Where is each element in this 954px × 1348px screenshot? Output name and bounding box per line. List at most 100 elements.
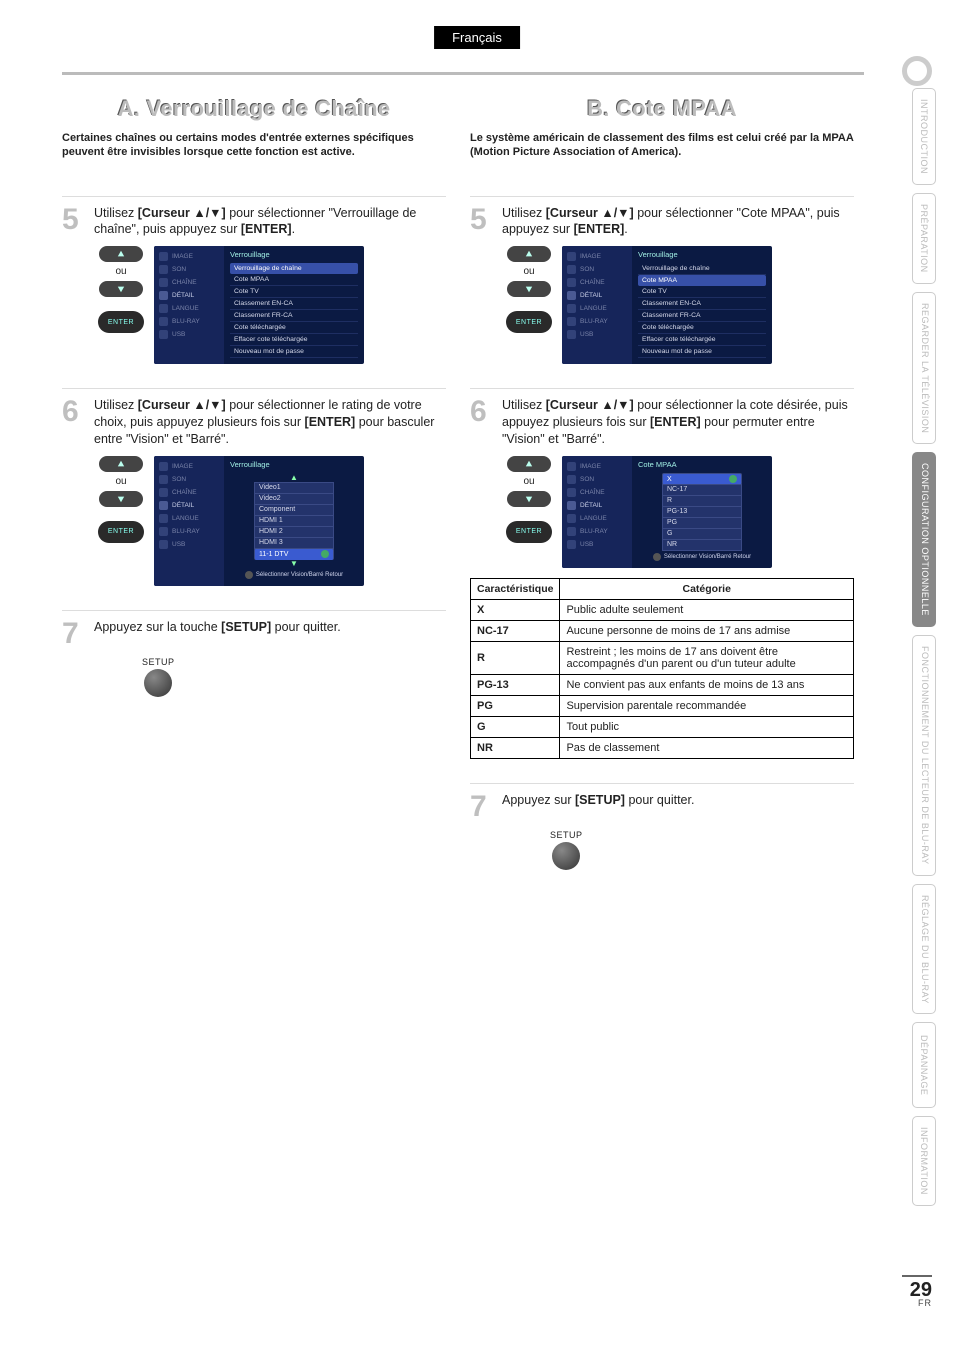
- table-row: XPublic adulte seulement: [471, 599, 854, 620]
- cursor-down-button[interactable]: [99, 491, 143, 507]
- or-label: ou: [115, 266, 126, 277]
- or-label: ou: [523, 476, 534, 487]
- osd-title: Verrouillage: [230, 460, 358, 469]
- setup-label: SETUP: [142, 657, 175, 667]
- table-header: Catégorie: [560, 578, 854, 599]
- osd-item: Effacer cote téléchargée: [230, 334, 358, 346]
- osd-item: Nouveau mot de passe: [638, 346, 766, 358]
- step-text: Utilisez [Curseur ▲/▼] pour sélectionner…: [502, 205, 854, 239]
- osd-side-item: BLU-RAY: [580, 318, 608, 325]
- osd-side-item: BLU-RAY: [172, 528, 200, 535]
- osd-side-item: SON: [172, 266, 186, 273]
- osd-side-item: IMAGE: [580, 463, 601, 470]
- step-text: Appuyez sur [SETUP] pour quitter.: [502, 792, 854, 822]
- remote-cursor-group: ou ENTER: [98, 246, 144, 333]
- setup-button[interactable]: SETUP: [142, 657, 175, 697]
- table-row: NRPas de classement: [471, 737, 854, 758]
- side-tab-bluray-setting[interactable]: RÉGLAGE DU BLU-RAY: [912, 884, 936, 1015]
- step-number: 7: [470, 792, 496, 822]
- osd-menu: IMAGE SON CHAÎNE DÉTAIL LANGUE BLU-RAY U…: [154, 456, 364, 586]
- osd-item: Classement EN-CA: [638, 298, 766, 310]
- step-text: Appuyez sur la touche [SETUP] pour quitt…: [94, 619, 446, 649]
- osd-side-item: IMAGE: [172, 253, 193, 260]
- a-step-7: 7 Appuyez sur la touche [SETUP] pour qui…: [62, 610, 446, 697]
- cursor-down-button[interactable]: [507, 281, 551, 297]
- side-tab-introduction[interactable]: INTRODUCTION: [912, 88, 936, 185]
- side-tab-information[interactable]: INFORMATION: [912, 1116, 936, 1206]
- b-step-7: 7 Appuyez sur [SETUP] pour quitter. SETU…: [470, 783, 854, 870]
- table-row: PG-13Ne convient pas aux enfants de moin…: [471, 674, 854, 695]
- osd-side-item: LANGUE: [172, 515, 199, 522]
- cursor-down-button[interactable]: [507, 491, 551, 507]
- osd-side-item: DÉTAIL: [172, 502, 194, 509]
- enter-button[interactable]: ENTER: [98, 311, 144, 333]
- side-tab-preparation[interactable]: PRÉPARATION: [912, 193, 936, 284]
- step-number: 5: [62, 205, 88, 239]
- down-arrow-icon: ▼: [230, 559, 358, 568]
- cursor-down-button[interactable]: [99, 281, 143, 297]
- side-tab-television[interactable]: REGARDER LA TÉLÉVISION: [912, 292, 936, 444]
- cursor-up-button[interactable]: [507, 246, 551, 262]
- osd-side-item: CHAÎNE: [580, 279, 605, 286]
- accent-bar: [62, 72, 864, 75]
- osd-side-item: SON: [580, 476, 594, 483]
- step-number: 6: [62, 397, 88, 448]
- osd-side-item: BLU-RAY: [172, 318, 200, 325]
- b-step-5: 5 Utilisez [Curseur ▲/▼] pour sélectionn…: [470, 196, 854, 365]
- osd-side-item: CHAÎNE: [580, 489, 605, 496]
- side-tab-troubleshooting[interactable]: DÉPANNAGE: [912, 1022, 936, 1108]
- enter-button[interactable]: ENTER: [506, 521, 552, 543]
- osd-footer: Sélectionner Vision/Barré Retour: [638, 550, 766, 562]
- osd-item: Verrouillage de chaîne: [230, 263, 358, 274]
- side-tab-configuration[interactable]: CONFIGURATION OPTIONNELLE: [912, 452, 936, 627]
- osd-side-item: BLU-RAY: [580, 528, 608, 535]
- cursor-up-button[interactable]: [99, 246, 143, 262]
- step-text: Utilisez [Curseur ▲/▼] pour sélectionner…: [94, 205, 446, 239]
- osd-side-item: LANGUE: [580, 305, 607, 312]
- or-label: ou: [115, 476, 126, 487]
- osd-item: Nouveau mot de passe: [230, 346, 358, 358]
- osd-item: Classement FR-CA: [230, 310, 358, 322]
- osd-item: Cote TV: [638, 286, 766, 298]
- column-b: B. Cote MPAA Le système américain de cla…: [470, 96, 854, 894]
- enter-button[interactable]: ENTER: [506, 311, 552, 333]
- step-number: 5: [470, 205, 496, 239]
- table-row: PGSupervision parentale recommandée: [471, 695, 854, 716]
- heading-a: A. Verrouillage de Chaîne: [62, 96, 446, 122]
- table-row: RRestreint ; les moins de 17 ans doivent…: [471, 641, 854, 674]
- mpaa-rating-table: Caractéristique Catégorie XPublic adulte…: [470, 578, 854, 759]
- intro-a: Certaines chaînes ou certains modes d'en…: [62, 132, 446, 160]
- osd-side-item: CHAÎNE: [172, 279, 197, 286]
- osd-side-item: USB: [172, 541, 185, 548]
- binder-hole: [902, 56, 932, 86]
- table-row: GTout public: [471, 716, 854, 737]
- cursor-up-button[interactable]: [507, 456, 551, 472]
- osd-item: Cote téléchargée: [638, 322, 766, 334]
- step-text: Utilisez [Curseur ▲/▼] pour sélectionner…: [94, 397, 446, 448]
- osd-item: Cote MPAA: [230, 274, 358, 286]
- enter-button[interactable]: ENTER: [98, 521, 144, 543]
- or-label: ou: [523, 266, 534, 277]
- osd-menu: IMAGE SON CHAÎNE DÉTAIL LANGUE BLU-RAY U…: [154, 246, 364, 364]
- osd-side-item: SON: [172, 476, 186, 483]
- lock-icon: [729, 475, 737, 483]
- step-number: 6: [470, 397, 496, 448]
- up-arrow-icon: ▲: [230, 473, 358, 482]
- remote-cursor-group: ou ENTER: [98, 456, 144, 543]
- step-text: Utilisez [Curseur ▲/▼] pour sélectionner…: [502, 397, 854, 448]
- osd-side-item: DÉTAIL: [580, 292, 602, 299]
- language-tab: Français: [434, 26, 520, 49]
- setup-button-icon: [552, 842, 580, 870]
- page-number: 29 FR: [902, 1275, 932, 1308]
- side-tab-bluray-player[interactable]: FONCTIONNEMENT DU LECTEUR DE BLU-RAY: [912, 635, 936, 876]
- cursor-up-button[interactable]: [99, 456, 143, 472]
- setup-button[interactable]: SETUP: [550, 830, 583, 870]
- osd-title: Cote MPAA: [638, 460, 766, 469]
- column-a: A. Verrouillage de Chaîne Certaines chaî…: [62, 96, 446, 894]
- osd-side-item: USB: [580, 541, 593, 548]
- step-number: 7: [62, 619, 88, 649]
- osd-side-item: CHAÎNE: [172, 489, 197, 496]
- a-step-6: 6 Utilisez [Curseur ▲/▼] pour sélectionn…: [62, 388, 446, 586]
- osd-title: Verrouillage: [230, 250, 358, 259]
- a-step-5: 5 Utilisez [Curseur ▲/▼] pour sélectionn…: [62, 196, 446, 365]
